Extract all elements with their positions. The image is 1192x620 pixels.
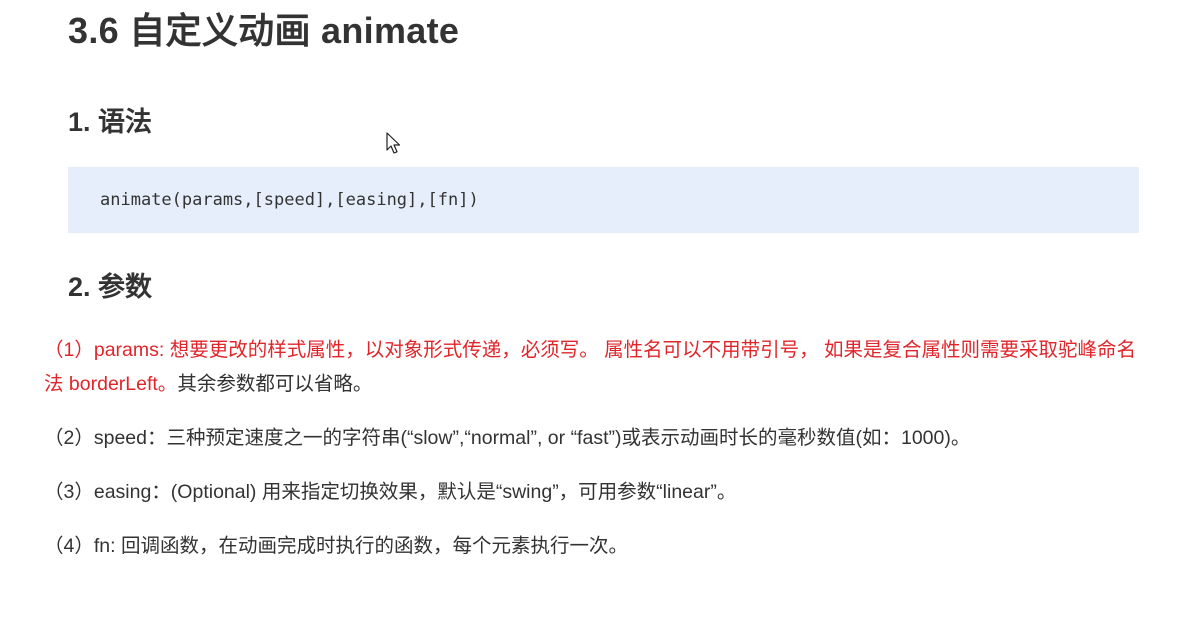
param-params-rest: 其余参数都可以省略。 — [177, 373, 373, 395]
syntax-code: animate(params,[speed],[easing],[fn]) — [100, 190, 479, 210]
syntax-heading: 1. 语法 — [68, 107, 153, 137]
param-item-speed: （2）speed：三种预定速度之一的字符串(“slow”,“normal”, o… — [44, 427, 971, 449]
code-block: animate(params,[speed],[easing],[fn]) — [68, 167, 1139, 233]
section-title: 3.6 自定义动画 animate — [68, 10, 460, 51]
mouse-pointer-icon — [386, 132, 401, 154]
param-item-params: （1）params: 想要更改的样式属性，以对象形式传递，必须写。 属性名可以不… — [44, 333, 1154, 401]
param-item-easing: （3）easing：(Optional) 用来指定切换效果，默认是“swing”… — [44, 481, 737, 503]
params-heading: 2. 参数 — [68, 272, 153, 302]
param-item-fn: （4）fn: 回调函数，在动画完成时执行的函数，每个元素执行一次。 — [44, 535, 628, 557]
